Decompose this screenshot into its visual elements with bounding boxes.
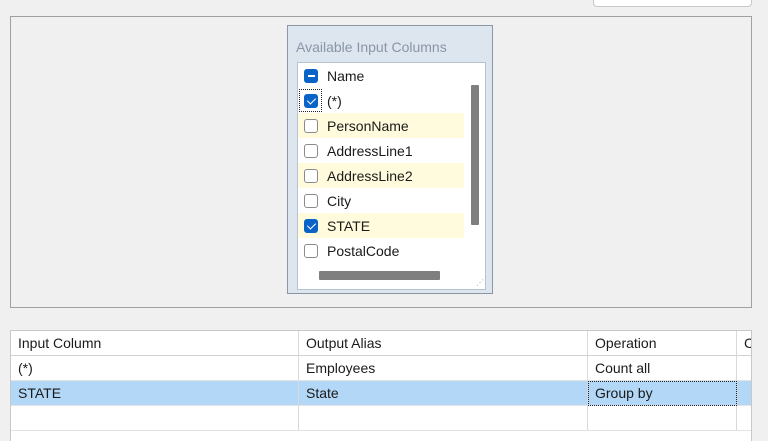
- header-input-column[interactable]: Input Column: [11, 331, 299, 356]
- column-checkbox[interactable]: [304, 143, 318, 158]
- column-label: STATE: [327, 217, 371, 234]
- column-label: PostalCode: [327, 242, 400, 259]
- column-checkbox[interactable]: [304, 118, 318, 133]
- select-all-checkbox[interactable]: [304, 68, 318, 83]
- header-truncated[interactable]: C: [737, 331, 751, 356]
- cell-extra[interactable]: [737, 381, 751, 406]
- top-field[interactable]: [593, 0, 752, 7]
- column-label: (*): [327, 92, 342, 109]
- cell-empty[interactable]: [11, 406, 299, 431]
- column-checkbox[interactable]: [304, 218, 318, 233]
- column-list: Name (*) PersonName AddressLine1 Address…: [297, 62, 486, 290]
- column-row-addressline1[interactable]: AddressLine1: [298, 138, 464, 163]
- cell-input-column[interactable]: STATE: [11, 381, 299, 406]
- cell-empty[interactable]: [588, 406, 737, 431]
- horizontal-scroll-thumb[interactable]: [319, 271, 440, 280]
- table-title: Available Input Columns: [296, 39, 447, 55]
- column-checkbox[interactable]: [304, 193, 318, 208]
- column-label: City: [327, 192, 352, 209]
- column-row-star[interactable]: (*): [298, 88, 464, 113]
- cell-focus-rectangle: [588, 381, 737, 406]
- column-row-addressline2[interactable]: AddressLine2: [298, 163, 464, 188]
- resize-grip-icon[interactable]: ⋰: [476, 279, 484, 287]
- column-label: Name: [327, 67, 365, 84]
- horizontal-scrollbar[interactable]: ⋰: [298, 263, 485, 289]
- column-row-postalcode[interactable]: PostalCode: [298, 238, 464, 263]
- column-row-personname[interactable]: PersonName: [298, 113, 464, 138]
- available-columns-table[interactable]: Available Input Columns Name (*) PersonN…: [287, 25, 493, 294]
- cell-empty[interactable]: [737, 406, 751, 431]
- focus-rectangle: [299, 89, 322, 112]
- column-row-name[interactable]: Name: [298, 63, 464, 88]
- header-output-alias[interactable]: Output Alias: [299, 331, 588, 356]
- column-row-state[interactable]: STATE: [298, 213, 464, 238]
- cell-extra[interactable]: [737, 356, 751, 381]
- cell-input-column[interactable]: (*): [11, 356, 299, 381]
- column-label: AddressLine1: [327, 142, 413, 159]
- column-label: PersonName: [327, 117, 409, 134]
- vertical-scroll-thumb[interactable]: [471, 85, 479, 225]
- vertical-scrollbar[interactable]: [464, 63, 485, 263]
- column-checkbox[interactable]: [304, 243, 318, 258]
- column-label: AddressLine2: [327, 167, 413, 184]
- header-operation[interactable]: Operation: [588, 331, 737, 356]
- column-row-city[interactable]: City: [298, 188, 464, 213]
- cell-output-alias[interactable]: State: [299, 381, 588, 406]
- column-checkbox[interactable]: [304, 168, 318, 183]
- cell-empty[interactable]: [299, 406, 588, 431]
- design-surface: Available Input Columns Name (*) PersonN…: [10, 16, 752, 308]
- aggregation-grid: Input Column Output Alias Operation C (*…: [10, 330, 752, 441]
- cell-output-alias[interactable]: Employees: [299, 356, 588, 381]
- cell-operation[interactable]: Count all: [588, 356, 737, 381]
